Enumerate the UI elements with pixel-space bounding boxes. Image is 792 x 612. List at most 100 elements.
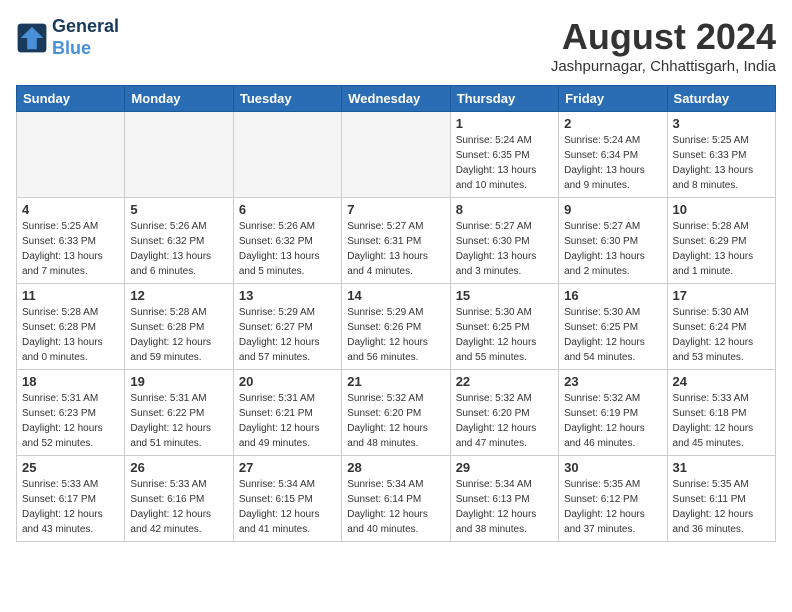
- calendar-cell: 7 Sunrise: 5:27 AM Sunset: 6:31 PM Daylig…: [342, 198, 450, 284]
- day-number: 26: [130, 460, 227, 475]
- calendar-cell: 17 Sunrise: 5:30 AM Sunset: 6:24 PM Dayli…: [667, 284, 775, 370]
- month-year: August 2024: [551, 16, 776, 58]
- day-number: 13: [239, 288, 336, 303]
- weekday-header-tuesday: Tuesday: [233, 86, 341, 112]
- calendar-cell: 30Sunrise: 5:35 AM Sunset: 6:12 PM Dayli…: [559, 456, 667, 542]
- day-number: 1: [456, 116, 553, 131]
- day-number: 14: [347, 288, 444, 303]
- day-info: Sunrise: 5:34 AM Sunset: 6:14 PM Dayligh…: [347, 477, 444, 537]
- location: Jashpurnagar, Chhattisgarh, India: [551, 58, 776, 75]
- day-info: Sunrise: 5:29 AM Sunset: 6:27 PM Dayligh…: [239, 305, 336, 365]
- calendar-cell: 13 Sunrise: 5:29 AM Sunset: 6:27 PM Dayli…: [233, 284, 341, 370]
- day-number: 28: [347, 460, 444, 475]
- calendar-cell: 25Sunrise: 5:33 AM Sunset: 6:17 PM Dayli…: [17, 456, 125, 542]
- calendar-cell: 22 Sunrise: 5:32 AM Sunset: 6:20 PM Dayli…: [450, 370, 558, 456]
- weekday-header-monday: Monday: [125, 86, 233, 112]
- day-number: 31: [673, 460, 770, 475]
- calendar-cell: 1 Sunrise: 5:24 AM Sunset: 6:35 PM Daylig…: [450, 112, 558, 198]
- day-number: 4: [22, 202, 119, 217]
- calendar-cell: 15 Sunrise: 5:30 AM Sunset: 6:25 PM Dayli…: [450, 284, 558, 370]
- day-info: Sunrise: 5:28 AM Sunset: 6:28 PM Dayligh…: [130, 305, 227, 365]
- day-info: Sunrise: 5:24 AM Sunset: 6:35 PM Dayligh…: [456, 133, 553, 193]
- day-info: Sunrise: 5:27 AM Sunset: 6:31 PM Dayligh…: [347, 219, 444, 279]
- calendar-cell: 18 Sunrise: 5:31 AM Sunset: 6:23 PM Dayli…: [17, 370, 125, 456]
- calendar-cell: [342, 112, 450, 198]
- day-number: 18: [22, 374, 119, 389]
- day-number: 5: [130, 202, 227, 217]
- day-info: Sunrise: 5:28 AM Sunset: 6:29 PM Dayligh…: [673, 219, 770, 279]
- day-number: 19: [130, 374, 227, 389]
- day-number: 2: [564, 116, 661, 131]
- day-number: 10: [673, 202, 770, 217]
- calendar-week-4: 18 Sunrise: 5:31 AM Sunset: 6:23 PM Dayli…: [17, 370, 776, 456]
- weekday-header-saturday: Saturday: [667, 86, 775, 112]
- calendar-cell: 12Sunrise: 5:28 AM Sunset: 6:28 PM Dayli…: [125, 284, 233, 370]
- day-info: Sunrise: 5:34 AM Sunset: 6:13 PM Dayligh…: [456, 477, 553, 537]
- calendar-cell: 21Sunrise: 5:32 AM Sunset: 6:20 PM Dayli…: [342, 370, 450, 456]
- weekday-header-wednesday: Wednesday: [342, 86, 450, 112]
- calendar-cell: 16 Sunrise: 5:30 AM Sunset: 6:25 PM Dayli…: [559, 284, 667, 370]
- calendar-header: SundayMondayTuesdayWednesdayThursdayFrid…: [17, 86, 776, 112]
- day-info: Sunrise: 5:26 AM Sunset: 6:32 PM Dayligh…: [239, 219, 336, 279]
- day-info: Sunrise: 5:31 AM Sunset: 6:21 PM Dayligh…: [239, 391, 336, 451]
- day-info: Sunrise: 5:31 AM Sunset: 6:23 PM Dayligh…: [22, 391, 119, 451]
- logo-line2: Blue: [52, 38, 91, 58]
- day-info: Sunrise: 5:35 AM Sunset: 6:11 PM Dayligh…: [673, 477, 770, 537]
- day-number: 22: [456, 374, 553, 389]
- day-info: Sunrise: 5:24 AM Sunset: 6:34 PM Dayligh…: [564, 133, 661, 193]
- day-number: 15: [456, 288, 553, 303]
- logo-text: General Blue: [52, 16, 119, 59]
- day-number: 3: [673, 116, 770, 131]
- weekday-header-row: SundayMondayTuesdayWednesdayThursdayFrid…: [17, 86, 776, 112]
- day-number: 8: [456, 202, 553, 217]
- logo-line1: General: [52, 16, 119, 38]
- day-info: Sunrise: 5:27 AM Sunset: 6:30 PM Dayligh…: [456, 219, 553, 279]
- calendar-cell: 3Sunrise: 5:25 AM Sunset: 6:33 PM Daylig…: [667, 112, 775, 198]
- calendar-cell: 31 Sunrise: 5:35 AM Sunset: 6:11 PM Dayli…: [667, 456, 775, 542]
- calendar-cell: 8 Sunrise: 5:27 AM Sunset: 6:30 PM Daylig…: [450, 198, 558, 284]
- day-number: 7: [347, 202, 444, 217]
- day-info: Sunrise: 5:32 AM Sunset: 6:20 PM Dayligh…: [456, 391, 553, 451]
- day-info: Sunrise: 5:32 AM Sunset: 6:20 PM Dayligh…: [347, 391, 444, 451]
- calendar-cell: [233, 112, 341, 198]
- logo-icon: [16, 22, 48, 54]
- calendar-cell: 20 Sunrise: 5:31 AM Sunset: 6:21 PM Dayli…: [233, 370, 341, 456]
- day-info: Sunrise: 5:30 AM Sunset: 6:25 PM Dayligh…: [456, 305, 553, 365]
- day-number: 27: [239, 460, 336, 475]
- day-number: 30: [564, 460, 661, 475]
- day-info: Sunrise: 5:33 AM Sunset: 6:18 PM Dayligh…: [673, 391, 770, 451]
- day-info: Sunrise: 5:26 AM Sunset: 6:32 PM Dayligh…: [130, 219, 227, 279]
- calendar-cell: 23Sunrise: 5:32 AM Sunset: 6:19 PM Dayli…: [559, 370, 667, 456]
- day-number: 11: [22, 288, 119, 303]
- day-number: 17: [673, 288, 770, 303]
- day-info: Sunrise: 5:30 AM Sunset: 6:25 PM Dayligh…: [564, 305, 661, 365]
- day-info: Sunrise: 5:30 AM Sunset: 6:24 PM Dayligh…: [673, 305, 770, 365]
- calendar-cell: 4 Sunrise: 5:25 AM Sunset: 6:33 PM Daylig…: [17, 198, 125, 284]
- calendar-cell: 28 Sunrise: 5:34 AM Sunset: 6:14 PM Dayli…: [342, 456, 450, 542]
- day-info: Sunrise: 5:27 AM Sunset: 6:30 PM Dayligh…: [564, 219, 661, 279]
- calendar-cell: 29 Sunrise: 5:34 AM Sunset: 6:13 PM Dayli…: [450, 456, 558, 542]
- day-info: Sunrise: 5:33 AM Sunset: 6:16 PM Dayligh…: [130, 477, 227, 537]
- calendar-body: 1 Sunrise: 5:24 AM Sunset: 6:35 PM Daylig…: [17, 112, 776, 542]
- day-number: 23: [564, 374, 661, 389]
- calendar-cell: 19Sunrise: 5:31 AM Sunset: 6:22 PM Dayli…: [125, 370, 233, 456]
- day-number: 9: [564, 202, 661, 217]
- day-number: 16: [564, 288, 661, 303]
- calendar-week-1: 1 Sunrise: 5:24 AM Sunset: 6:35 PM Daylig…: [17, 112, 776, 198]
- calendar-week-2: 4 Sunrise: 5:25 AM Sunset: 6:33 PM Daylig…: [17, 198, 776, 284]
- day-info: Sunrise: 5:25 AM Sunset: 6:33 PM Dayligh…: [22, 219, 119, 279]
- calendar-cell: 5 Sunrise: 5:26 AM Sunset: 6:32 PM Daylig…: [125, 198, 233, 284]
- calendar-cell: 27Sunrise: 5:34 AM Sunset: 6:15 PM Dayli…: [233, 456, 341, 542]
- day-number: 29: [456, 460, 553, 475]
- calendar-week-5: 25Sunrise: 5:33 AM Sunset: 6:17 PM Dayli…: [17, 456, 776, 542]
- page-header: General Blue August 2024 Jashpurnagar, C…: [16, 16, 776, 75]
- calendar-cell: 24 Sunrise: 5:33 AM Sunset: 6:18 PM Dayli…: [667, 370, 775, 456]
- calendar-cell: 11Sunrise: 5:28 AM Sunset: 6:28 PM Dayli…: [17, 284, 125, 370]
- calendar-cell: 26 Sunrise: 5:33 AM Sunset: 6:16 PM Dayli…: [125, 456, 233, 542]
- calendar-cell: 2 Sunrise: 5:24 AM Sunset: 6:34 PM Daylig…: [559, 112, 667, 198]
- day-info: Sunrise: 5:33 AM Sunset: 6:17 PM Dayligh…: [22, 477, 119, 537]
- weekday-header-thursday: Thursday: [450, 86, 558, 112]
- day-number: 20: [239, 374, 336, 389]
- day-number: 24: [673, 374, 770, 389]
- day-number: 6: [239, 202, 336, 217]
